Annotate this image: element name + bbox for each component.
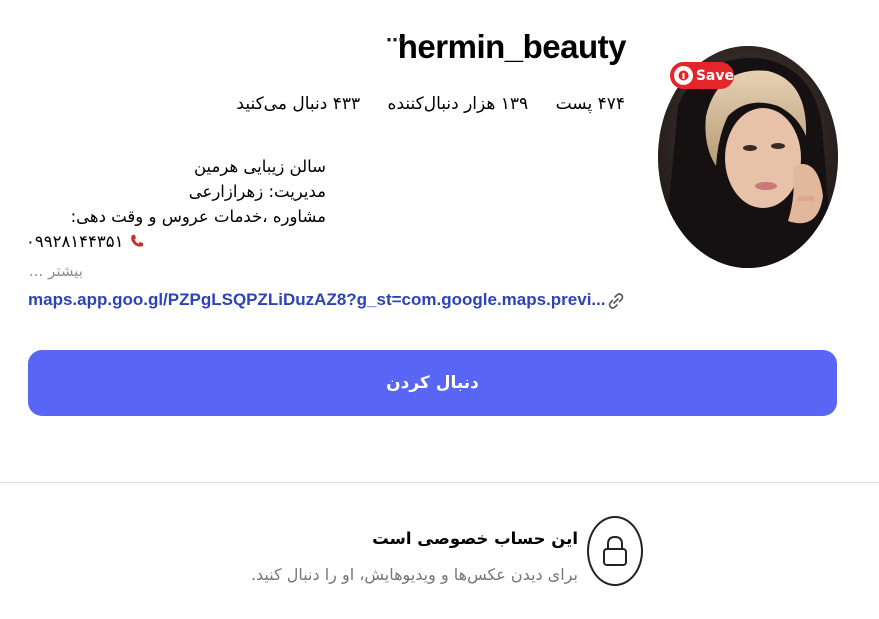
private-account-description: برای دیدن عکس‌ها و ویدیوهایش، او را دنبا… xyxy=(250,565,578,584)
link-icon xyxy=(606,291,626,315)
bio-phone-line: ۰۹۹۲۸۱۴۴۳۵۱ xyxy=(26,229,326,256)
profile-link[interactable]: maps.app.goo.gl/PZPgLSQPZLiDuzAZ8?g_st=c… xyxy=(28,290,606,310)
section-divider xyxy=(0,482,879,483)
bio-line: مشاوره ،خدمات عروس و وقت دهی: xyxy=(70,207,326,226)
bio-phone-number: ۰۹۹۲۸۱۴۴۳۵۱ xyxy=(26,232,124,251)
phone-icon xyxy=(129,231,145,256)
posts-count: ۴۷۴ پست xyxy=(555,94,625,114)
more-options-icon[interactable]: ⋯ xyxy=(386,30,404,51)
save-button-label: Save xyxy=(695,67,734,84)
followers-count[interactable]: ۱۳۹ هزار دنبال‌کننده xyxy=(388,94,529,114)
profile-bio: سالن زیبایی هرمین مدیریت: زهرازارعی مشاو… xyxy=(26,154,326,256)
bio-line: سالن زیبایی هرمین xyxy=(193,157,326,176)
save-button[interactable]: Save xyxy=(670,62,734,89)
following-count[interactable]: ۴۳۳ دنبال می‌کنید xyxy=(236,94,360,114)
bio-line: مدیریت: زهرازارعی xyxy=(188,182,326,201)
profile-stats: ۴۷۴ پست ۱۳۹ هزار دنبال‌کننده ۴۳۳ دنبال م… xyxy=(236,94,625,114)
lock-icon xyxy=(587,516,643,586)
private-account-title: این حساب خصوصی است xyxy=(372,529,578,548)
bio-more-link[interactable]: بیشتر ... xyxy=(29,262,83,280)
pin-icon xyxy=(674,66,693,85)
follow-button[interactable]: دنبال کردن xyxy=(28,350,837,416)
profile-username: hermin_beauty xyxy=(397,28,627,65)
